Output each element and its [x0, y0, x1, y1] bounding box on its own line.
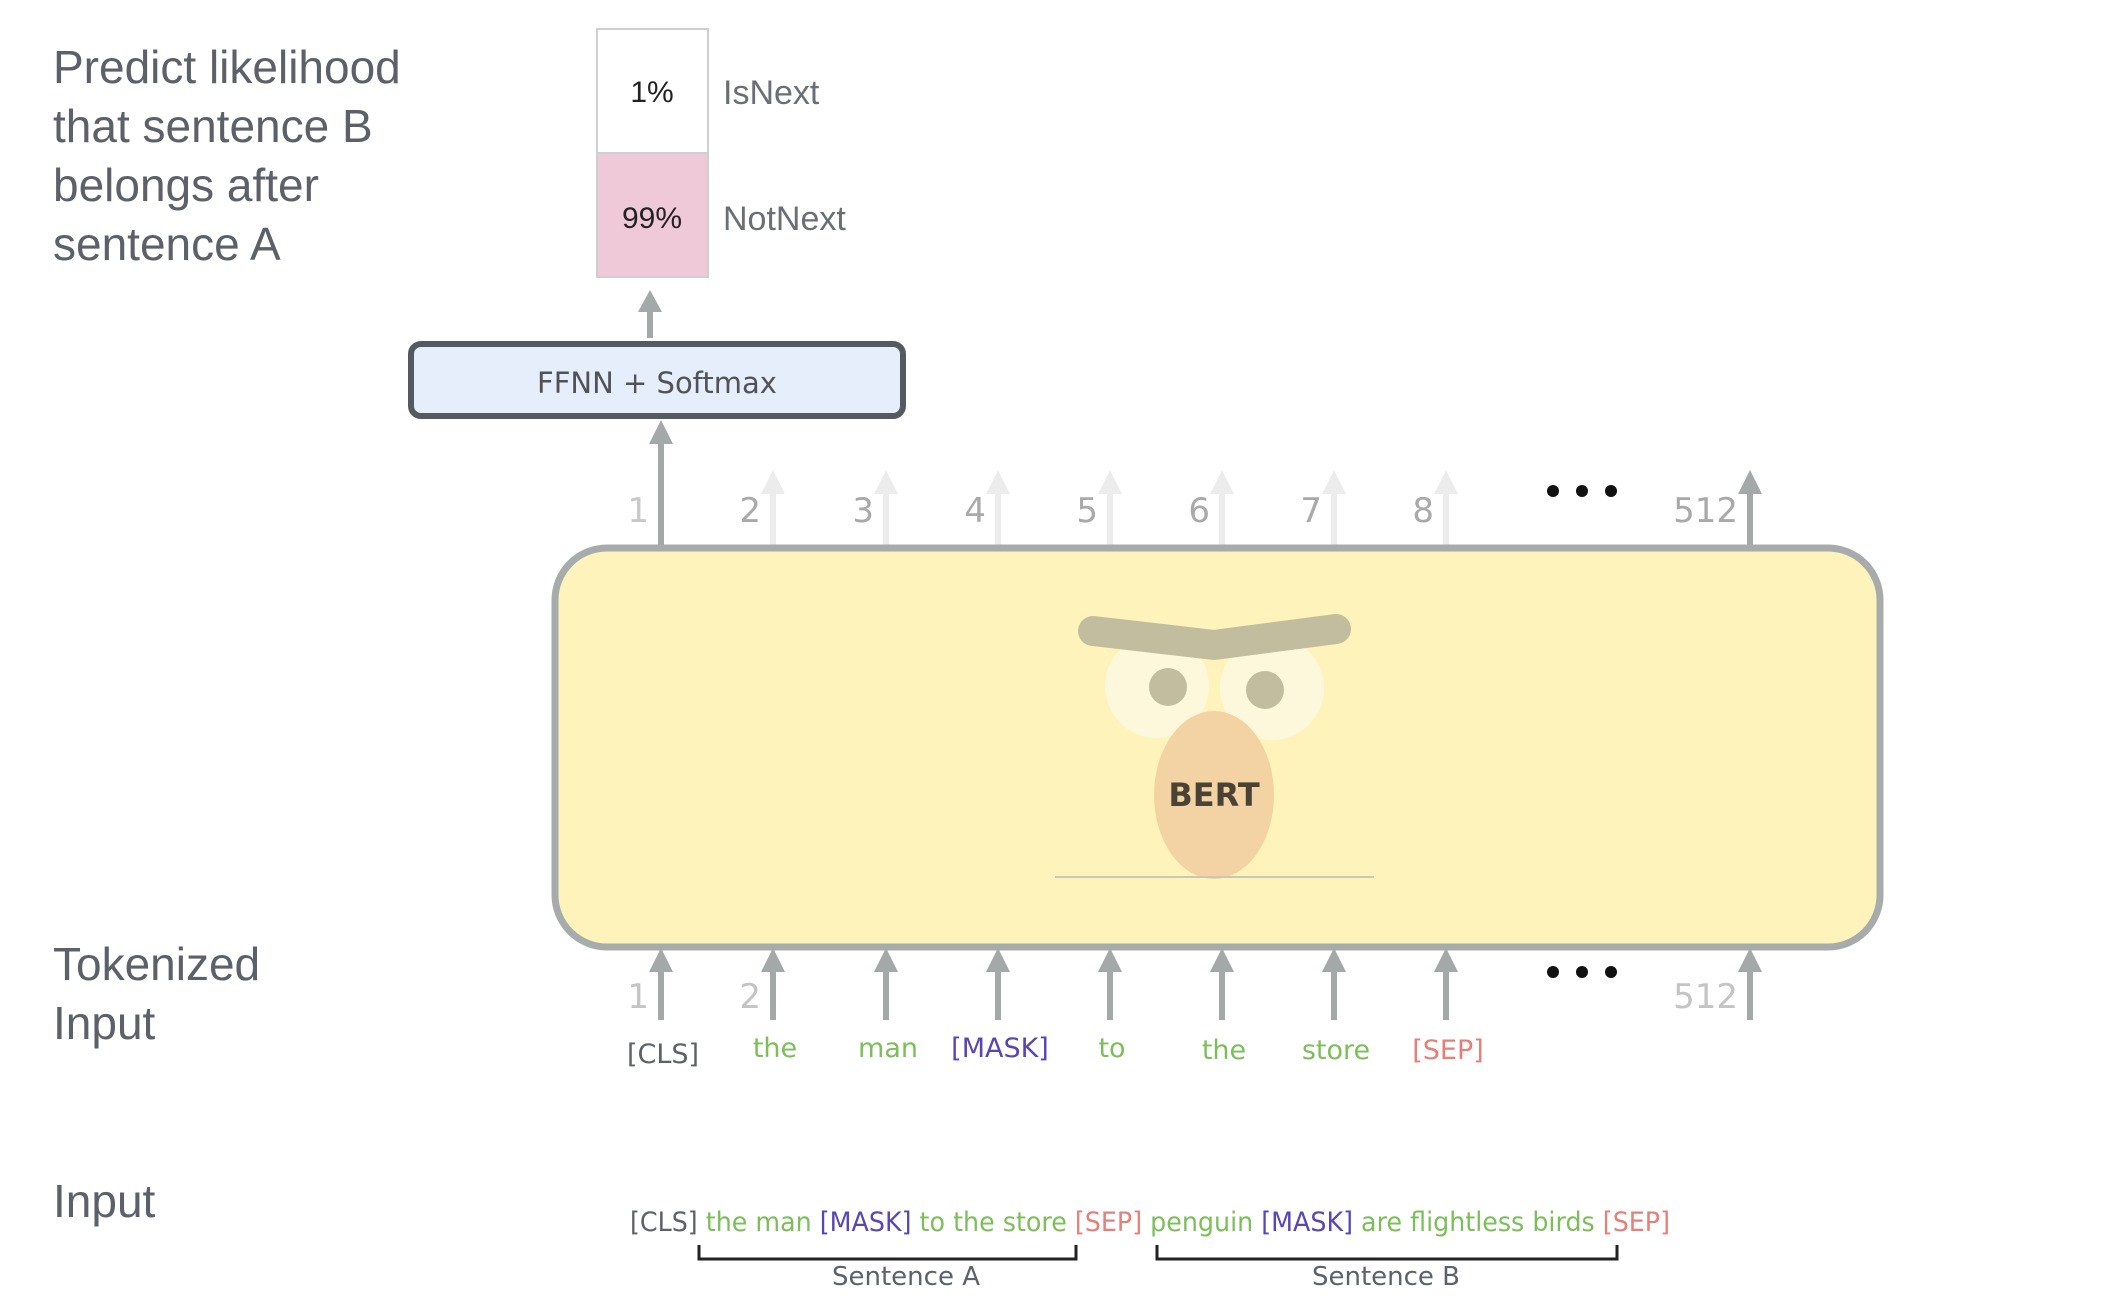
- output-arrow-head: [986, 470, 1010, 494]
- input-arrow-head: [649, 948, 673, 972]
- input-position-1: 1: [627, 948, 673, 1020]
- output-arrow-head: [1098, 470, 1122, 494]
- ellipsis-dot: [1605, 966, 1617, 978]
- tokenized-input-row: [CLS] the man [MASK] to the store [SEP]: [627, 1033, 1484, 1070]
- output-position-label: 512: [1673, 491, 1738, 531]
- input-position-7: [1322, 948, 1346, 1020]
- token-mask: [MASK]: [951, 1033, 1049, 1064]
- notnext-probability: 99%: [622, 202, 682, 235]
- sentence-part-word: the man: [698, 1207, 812, 1238]
- sentence-part-mask: [MASK]: [1253, 1207, 1353, 1238]
- output-position-label: 6: [1188, 491, 1210, 531]
- input-position-8: [1434, 948, 1458, 1020]
- input-sentence: [CLS] the man [MASK] to the store [SEP] …: [630, 1207, 1670, 1238]
- input-arrow-head: [1434, 948, 1458, 972]
- input-position-9: 512: [1673, 948, 1762, 1020]
- output-arrow-head: [874, 470, 898, 494]
- bert-label: BERT: [1168, 776, 1259, 814]
- input-arrow-head: [1322, 948, 1346, 972]
- output-position-8: 8: [1412, 470, 1458, 545]
- output-position-6: 6: [1188, 470, 1234, 545]
- ellipsis-dot: [1547, 485, 1559, 497]
- input-position-4: [986, 948, 1010, 1020]
- output-arrow-head: [1210, 470, 1234, 494]
- output-position-1: 1: [627, 491, 649, 531]
- sentence-part-sep: [SEP]: [1067, 1207, 1142, 1238]
- input-ellipsis: [1547, 966, 1617, 978]
- sentence-part-word: penguin: [1142, 1207, 1253, 1238]
- output-position-7: 7: [1300, 470, 1346, 545]
- sentence-part-word: to the store: [912, 1207, 1067, 1238]
- token-word: store: [1302, 1035, 1370, 1066]
- input-position-label: 512: [1673, 977, 1738, 1017]
- input-arrow-head: [1738, 948, 1762, 972]
- sentence-part-word: are flightless birds: [1353, 1207, 1595, 1238]
- bert-nsp-diagram: 1% 99% IsNext NotNext FFNN + Softmax 1 2 3…: [408, 28, 1884, 1292]
- output-position-label: 4: [964, 491, 986, 531]
- input-position-2: 2: [739, 948, 785, 1020]
- sentence-part-special: [CLS]: [630, 1207, 698, 1238]
- arrow-ffnn-to-output: [638, 290, 662, 338]
- ffnn-softmax-label: FFNN + Softmax: [537, 366, 777, 400]
- ellipsis-dot: [1605, 485, 1617, 497]
- notnext-label: NotNext: [723, 200, 846, 238]
- input-arrow-head: [986, 948, 1010, 972]
- sentence-a-label: Sentence A: [832, 1262, 980, 1292]
- ffnn-softmax-layer: FFNN + Softmax: [408, 341, 906, 419]
- output-position-label: 2: [739, 491, 761, 531]
- output-arrow-head: [1434, 470, 1458, 494]
- output-arrow-head: [761, 470, 785, 494]
- token-word: the: [753, 1033, 797, 1064]
- output-position-label: 8: [1412, 491, 1434, 531]
- output-ellipsis: [1547, 485, 1617, 497]
- output-position-5: 5: [1076, 470, 1122, 545]
- output-position-label: 3: [852, 491, 874, 531]
- output-position-label: 5: [1076, 491, 1098, 531]
- input-arrow-head: [1098, 948, 1122, 972]
- output-position-4: 4: [964, 470, 1010, 545]
- sentence-a-bracket: Sentence A: [697, 1245, 1078, 1292]
- output-position-3: 3: [852, 470, 898, 545]
- sentence-part-sep: [SEP]: [1595, 1207, 1670, 1238]
- arrow-cls-to-ffnn: [649, 420, 673, 545]
- token-word: to: [1098, 1033, 1125, 1064]
- isnext-label: IsNext: [723, 74, 820, 112]
- input-position-3: [874, 948, 898, 1020]
- output-positions: 1 2 3 4 5 6 7 8 512: [627, 470, 1762, 545]
- output-position-label: 7: [1300, 491, 1322, 531]
- token-word: the: [1202, 1035, 1246, 1066]
- output-position-512: 512: [1673, 470, 1762, 545]
- output-position-label: 1: [627, 491, 649, 531]
- input-positions: 1 2 512: [627, 948, 1762, 1020]
- prediction-output: 1% 99% IsNext NotNext: [596, 28, 846, 278]
- ellipsis-dot: [1576, 485, 1588, 497]
- input-position-label: 2: [739, 977, 761, 1017]
- output-arrow-head: [1322, 470, 1346, 494]
- input-position-5: [1098, 948, 1122, 1020]
- input-arrow-head: [761, 948, 785, 972]
- isnext-probability: 1%: [630, 76, 673, 109]
- token-sep: [SEP]: [1412, 1035, 1484, 1066]
- sentence-part-mask: [MASK]: [812, 1207, 912, 1238]
- right-pupil: [1246, 671, 1284, 709]
- bert-model: BERT: [551, 544, 1884, 951]
- sentence-b-bracket: Sentence B: [1155, 1245, 1619, 1292]
- token-word: man: [858, 1033, 918, 1064]
- input-position-6: [1210, 948, 1234, 1020]
- output-position-2: 2: [739, 470, 785, 545]
- input-arrow-head: [874, 948, 898, 972]
- left-pupil: [1149, 668, 1187, 706]
- eyebrow: [1078, 614, 1351, 660]
- ellipsis-dot: [1547, 966, 1559, 978]
- input-arrow-head: [1210, 948, 1234, 972]
- sentence-b-label: Sentence B: [1312, 1262, 1460, 1292]
- output-arrow-head: [1738, 470, 1762, 494]
- input-position-label: 1: [627, 977, 649, 1017]
- ellipsis-dot: [1576, 966, 1588, 978]
- token-special: [CLS]: [627, 1039, 699, 1070]
